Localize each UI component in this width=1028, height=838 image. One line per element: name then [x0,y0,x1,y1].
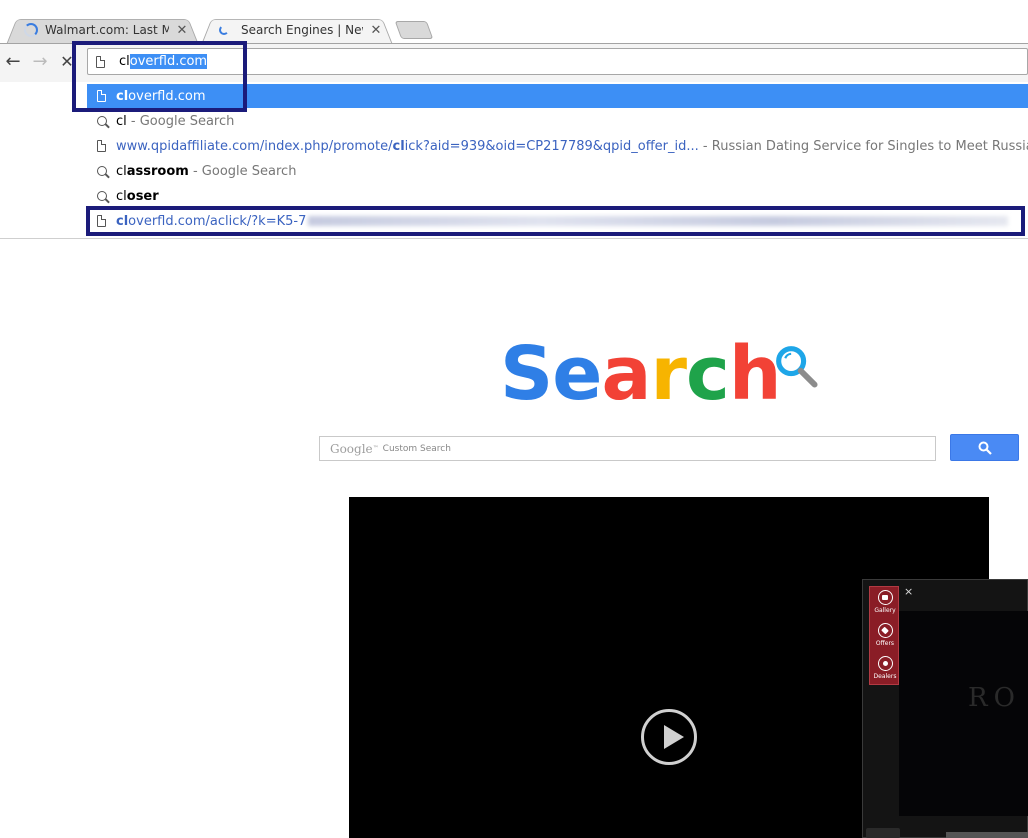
search-logo: Search [500,334,781,414]
suggestion-row[interactable]: classroom - Google Search [87,159,1028,183]
ad-popup-content[interactable] [899,611,1028,816]
suggestion-text: closer [116,188,159,204]
tab-title: Walmart.com: Last Minute [45,23,169,37]
forward-arrow-icon[interactable]: → [29,52,51,74]
gallery-menu-item[interactable]: Gallery [870,587,900,619]
menu-label: Offers [875,640,895,647]
tag-icon [877,623,893,638]
browser-window: Walmart.com: Last Minute ✕ Search Engine… [0,0,1028,838]
page-icon [97,140,106,152]
ad-ghost-text: RO [968,683,1021,713]
search-icon [96,166,107,176]
loading-spinner-icon [219,25,229,35]
magnifier-logo-icon [776,346,818,388]
tab-strip: Walmart.com: Last Minute ✕ Search Engine… [0,0,1028,45]
close-tab-icon[interactable]: ✕ [369,23,383,38]
search-button[interactable] [950,434,1019,461]
offers-menu-item[interactable]: Offers [870,620,900,652]
tab-title: Search Engines | News se [241,23,363,37]
suggestion-row[interactable]: www.qpidaffiliate.com/index.php/promote/… [87,134,1028,158]
search-icon [96,191,107,201]
logo-letter: S [500,331,553,417]
camera-icon [877,590,893,605]
logo-letter: a [601,331,652,417]
search-icon [96,116,107,126]
close-tab-icon[interactable]: ✕ [175,23,189,38]
trademark-symbol: ™ [372,445,379,452]
custom-search-input[interactable]: Google ™ Custom Search [319,436,936,461]
logo-letter: h [728,331,782,417]
highlight-box-suggestion [86,206,1025,236]
play-icon[interactable] [641,709,697,765]
suggestion-text: www.qpidaffiliate.com/index.php/promote/… [116,138,1028,154]
ad-play-button[interactable] [866,828,900,838]
google-brand-label: Google [330,441,373,456]
logo-letter: c [685,331,730,417]
loading-spinner-icon [24,23,38,37]
menu-label: Gallery [874,607,896,614]
close-icon[interactable]: × [904,585,913,598]
menu-label: Dealers [873,673,897,680]
suggestion-row[interactable]: closer [87,184,1028,208]
search-icon [978,441,992,455]
suggestion-row[interactable]: cl - Google Search [87,109,1028,133]
suggestion-text: classroom - Google Search [116,163,297,179]
logo-letter: e [552,331,602,417]
ad-progress-bar [946,832,1028,838]
location-pin-icon [877,656,893,671]
logo-letter: r [650,331,686,417]
dealers-menu-item[interactable]: Dealers [870,653,900,685]
ad-side-menu: Gallery Offers Dealers [869,586,899,685]
suggestion-text: cl - Google Search [116,113,235,129]
back-arrow-icon[interactable]: ← [2,52,24,74]
custom-search-label: Custom Search [382,443,451,454]
new-tab-button[interactable] [394,21,434,39]
highlight-box-address [72,41,247,112]
